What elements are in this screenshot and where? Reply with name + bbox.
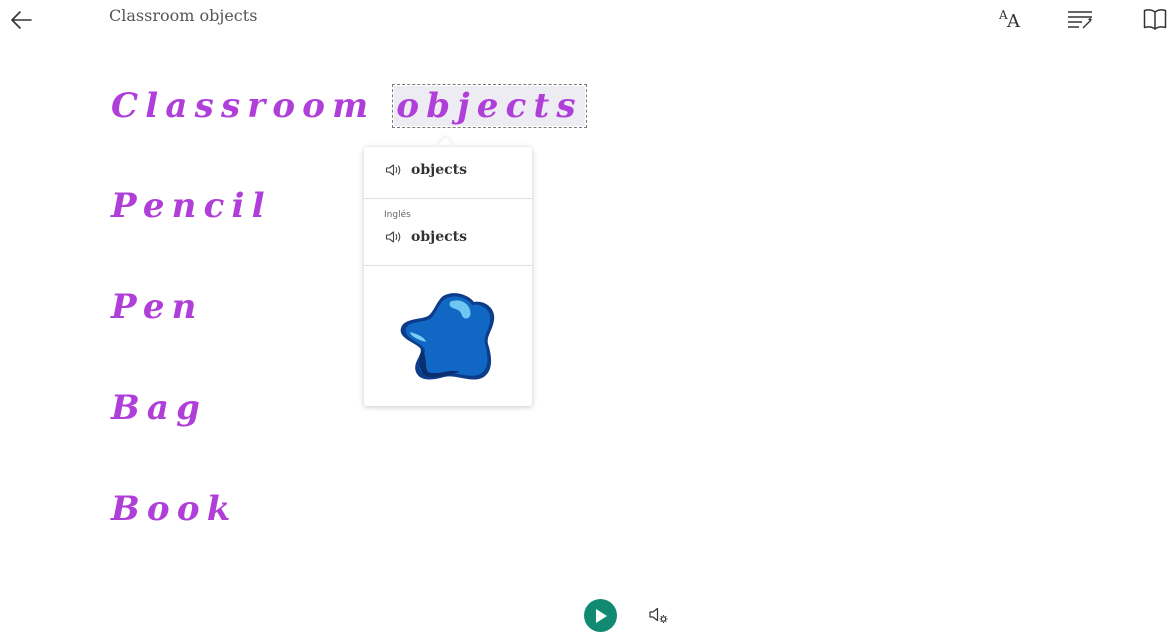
word-objects-selected[interactable]: objects: [392, 84, 587, 128]
arrow-left-icon: [11, 11, 32, 29]
top-bar: Classroom objects AA: [0, 0, 1172, 40]
word-book[interactable]: Book: [111, 489, 237, 529]
voice-settings-button[interactable]: [646, 602, 672, 628]
word-bag[interactable]: Bag: [111, 388, 207, 428]
play-icon: [595, 608, 607, 623]
divider: [364, 265, 532, 266]
word-classroom[interactable]: Classroom: [111, 86, 375, 126]
grammar-options-button[interactable]: [1064, 5, 1096, 33]
picture-dictionary-popup: objects Inglés objects: [364, 147, 532, 406]
text-preferences-button[interactable]: AA: [993, 5, 1025, 33]
back-button[interactable]: [6, 6, 36, 34]
popup-word: objects: [411, 162, 467, 178]
language-label: Inglés: [384, 210, 411, 220]
document-title: Classroom objects: [109, 6, 258, 25]
reading-preferences-button[interactable]: [1139, 5, 1171, 33]
divider: [364, 198, 532, 199]
text-size-icon: AA: [999, 8, 1020, 32]
word-pen[interactable]: Pen: [111, 287, 204, 327]
pronounce-translation-button[interactable]: objects: [385, 229, 467, 245]
word-pencil[interactable]: Pencil: [111, 186, 272, 226]
speaker-icon: [385, 231, 401, 243]
speaker-icon: [385, 164, 401, 176]
book-icon: [1143, 9, 1167, 30]
content-line-1: Classroom objects: [111, 84, 587, 128]
blue-blob-picture: [400, 293, 495, 380]
pronounce-word-button[interactable]: objects: [385, 162, 467, 178]
grammar-options-icon: [1068, 11, 1093, 29]
translated-word: objects: [411, 229, 467, 245]
voice-settings-icon: [649, 607, 668, 623]
play-button[interactable]: [584, 599, 617, 632]
